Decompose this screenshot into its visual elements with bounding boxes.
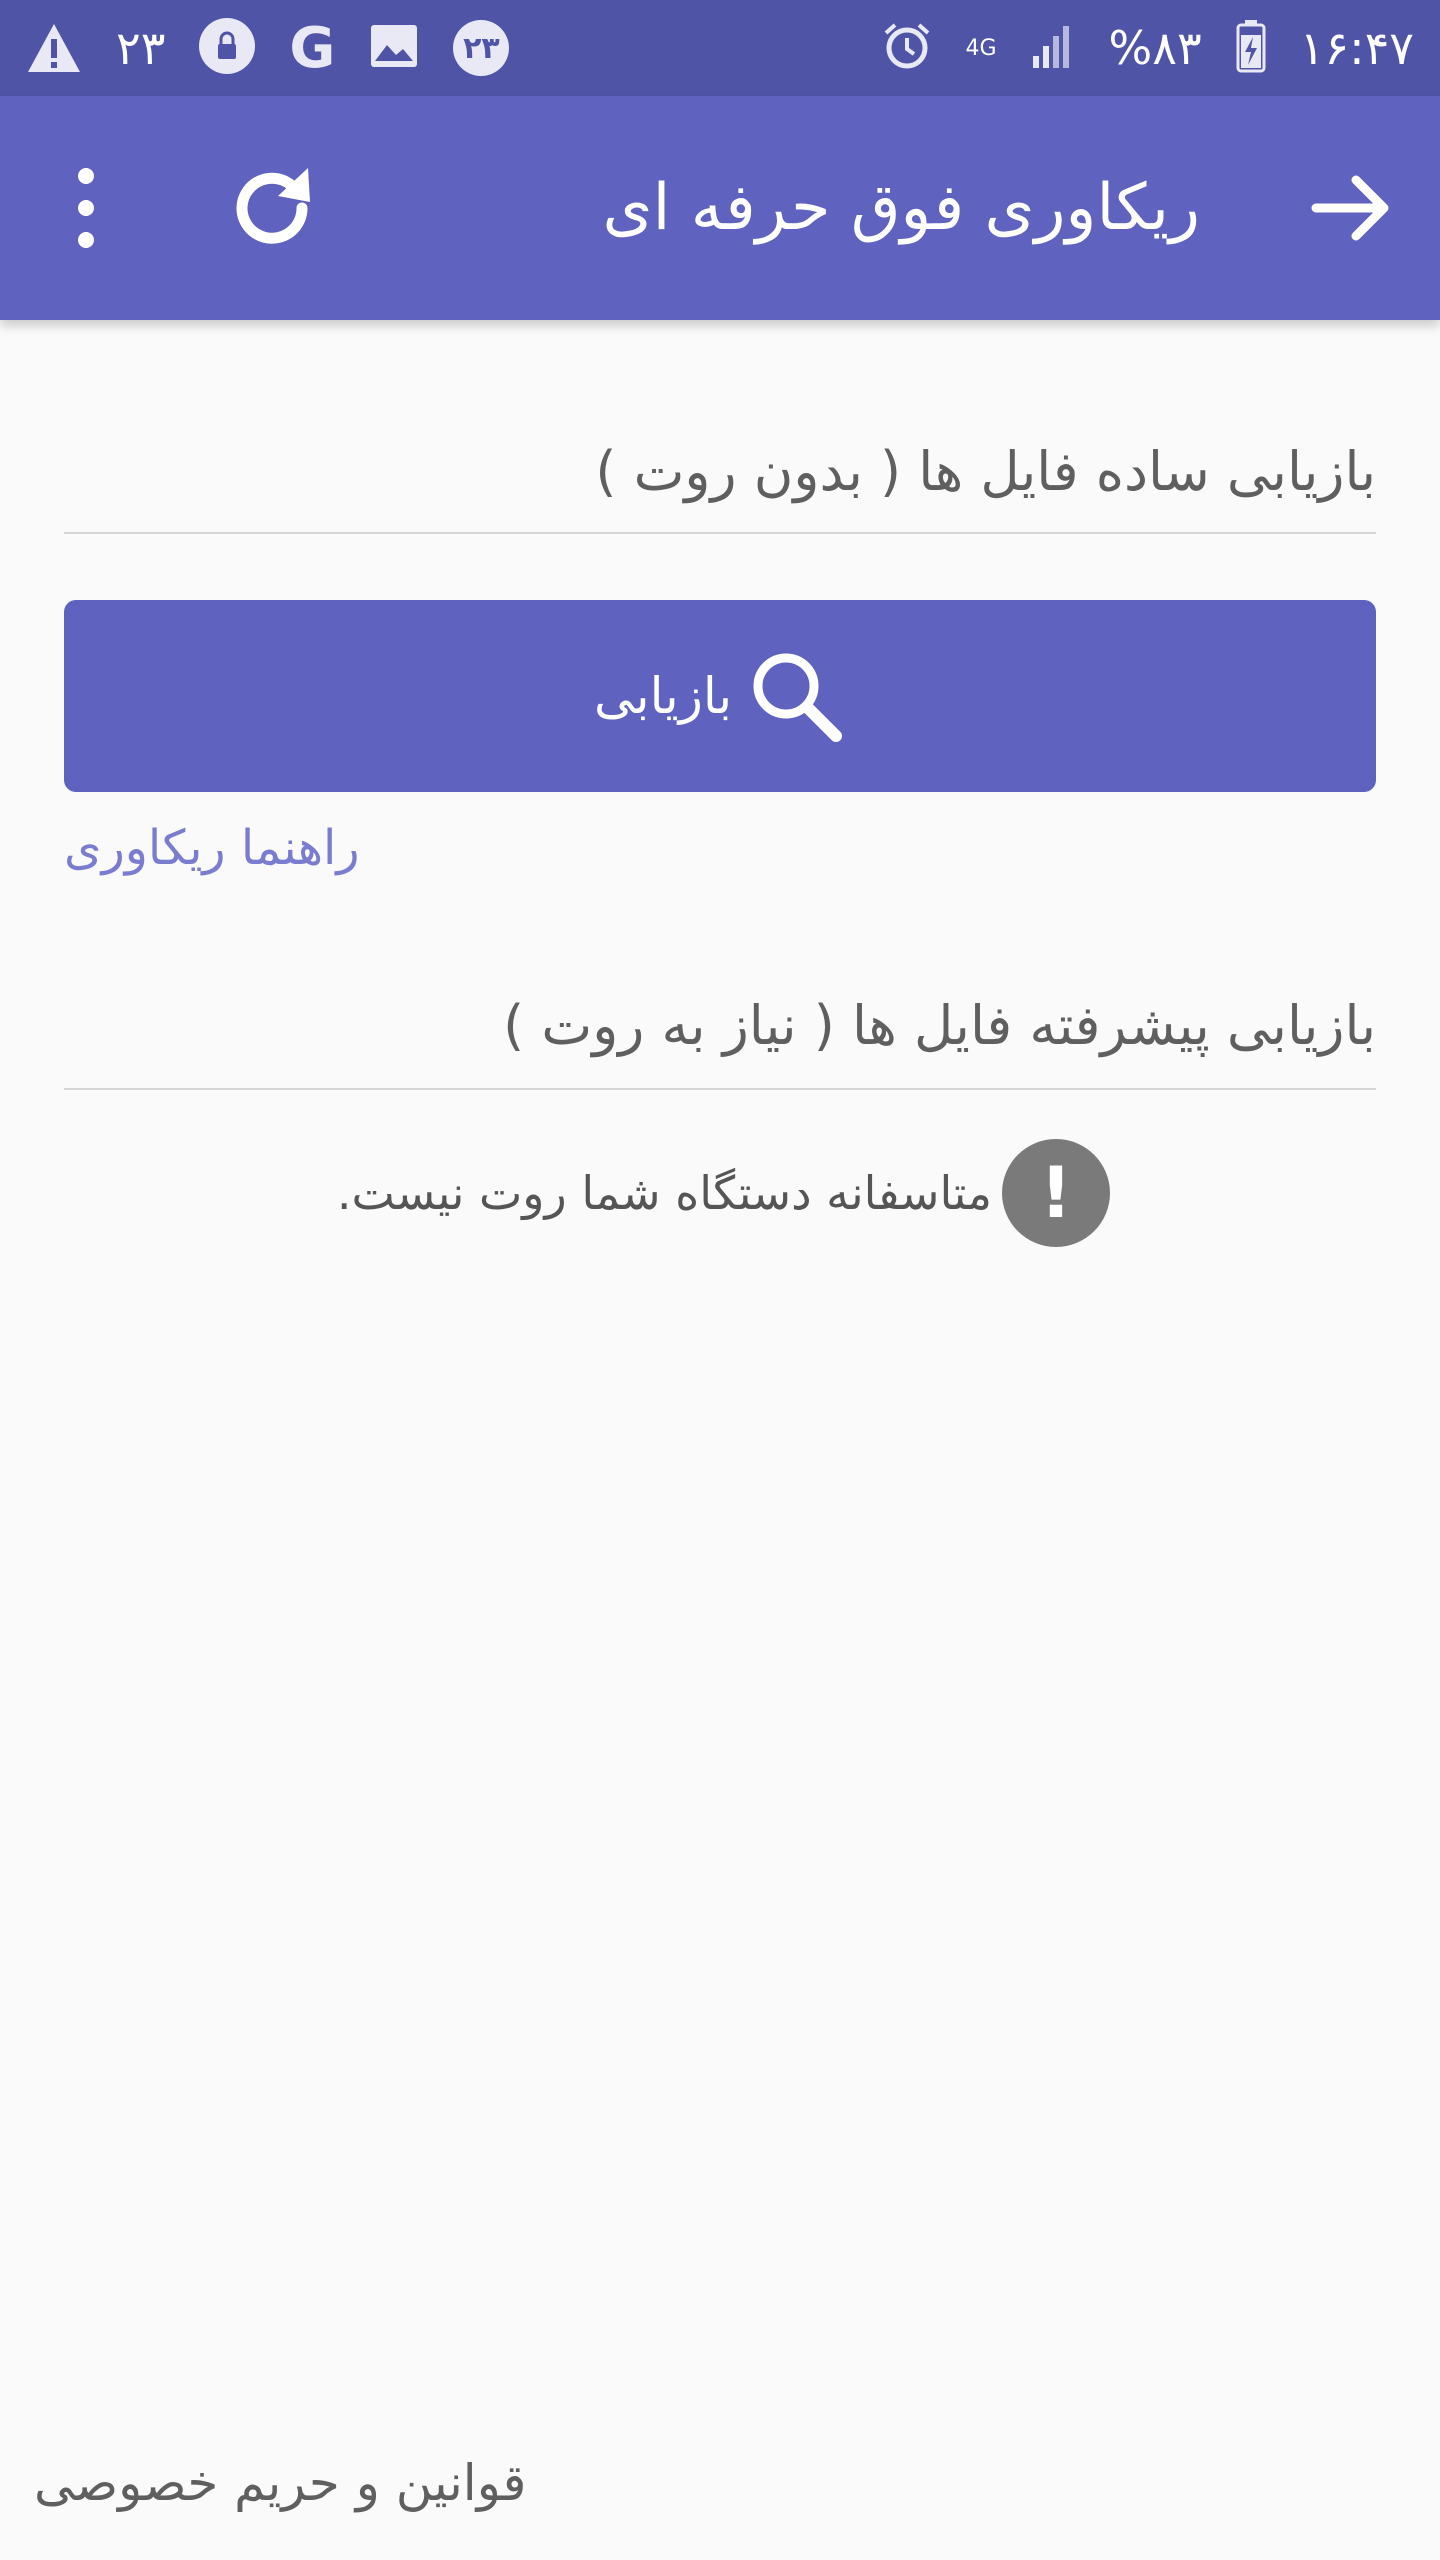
notification-badge: ۲۳ xyxy=(453,20,510,76)
terms-privacy-link[interactable]: قوانین و حریم خصوصی xyxy=(34,2454,526,2512)
root-warning: متاسفانه دستگاه شما روت نیست. ! xyxy=(320,1138,1110,1248)
advanced-recovery-title: بازیابی پیشرفته فایل ها ( نیاز به روت ) xyxy=(503,994,1376,1057)
battery-icon xyxy=(1236,19,1266,77)
simple-recovery-divider xyxy=(64,532,1376,534)
app-toolbar: ریکاوری فوق حرفه ای xyxy=(0,96,1440,320)
recovery-guide-link[interactable]: راهنما ریکاوری xyxy=(64,820,360,876)
root-warning-message: متاسفانه دستگاه شما روت نیست. xyxy=(336,1166,992,1220)
page-title: ریکاوری فوق حرفه ای xyxy=(602,171,1200,245)
google-icon: G xyxy=(289,15,336,81)
lock-icon xyxy=(199,18,256,78)
refresh-icon[interactable] xyxy=(222,158,322,258)
warning-icon xyxy=(28,24,80,72)
network-type: 4G xyxy=(965,35,997,61)
alarm-icon xyxy=(882,21,932,75)
back-arrow-icon[interactable] xyxy=(1304,162,1396,254)
recover-button[interactable]: بازیابی xyxy=(64,600,1376,792)
exclamation-icon: ! xyxy=(1002,1139,1110,1247)
notification-count: ۲۳ xyxy=(116,21,166,75)
simple-recovery-title: بازیابی ساده فایل ها ( بدون روت ) xyxy=(595,440,1376,503)
recover-button-label: بازیابی xyxy=(593,667,733,725)
status-bar: ۲۳ G ۲۳ 4G %۸۳ ۱۶:۴۷ xyxy=(0,0,1440,96)
battery-percent: %۸۳ xyxy=(1108,21,1202,75)
more-vert-icon[interactable] xyxy=(66,158,106,258)
search-icon xyxy=(753,653,843,742)
signal-icon xyxy=(1031,22,1075,74)
status-bar-left: ۲۳ G ۲۳ xyxy=(26,15,510,81)
advanced-recovery-divider xyxy=(64,1088,1376,1090)
image-icon xyxy=(369,23,419,73)
clock: ۱۶:۴۷ xyxy=(1299,21,1414,75)
status-bar-right: 4G %۸۳ ۱۶:۴۷ xyxy=(882,19,1415,77)
